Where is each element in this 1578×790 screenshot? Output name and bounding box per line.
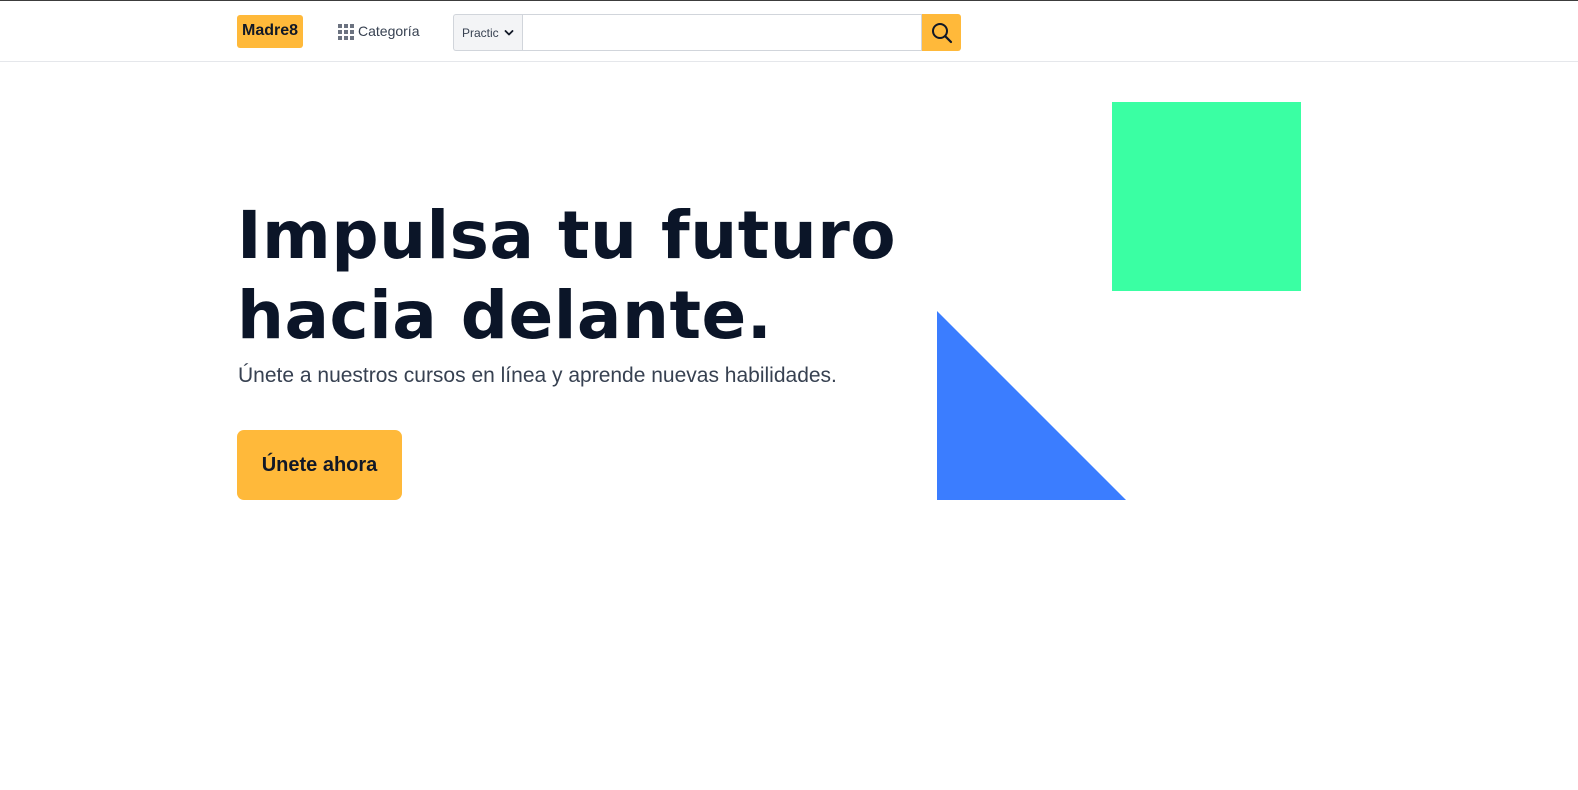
search-category-select[interactable]: Practic: [453, 14, 522, 51]
search-category-value: Practic: [462, 25, 499, 40]
join-now-button[interactable]: Únete ahora: [237, 430, 402, 500]
search-icon: [931, 22, 952, 43]
search-button[interactable]: [922, 14, 961, 51]
chevron-down-icon: [504, 29, 514, 35]
grid-icon: [338, 24, 354, 40]
category-menu[interactable]: Categoría: [338, 20, 419, 42]
search-bar: Practic: [453, 14, 961, 51]
hero-title: Impulsa tu futuro hacia delante.: [237, 196, 896, 356]
hero-subtitle: Únete a nuestros cursos en línea y apren…: [238, 364, 837, 387]
search-input[interactable]: [522, 14, 922, 51]
decorative-green-square: [1112, 102, 1301, 291]
logo[interactable]: Madre8: [237, 15, 304, 48]
hero-title-line-1: Impulsa tu futuro: [237, 197, 897, 274]
hero-title-line-2: hacia delante.: [237, 277, 773, 354]
category-label: Categoría: [358, 23, 420, 39]
decorative-blue-triangle: [937, 311, 1126, 500]
navbar: Madre8 Categoría Practic: [0, 1, 1578, 62]
